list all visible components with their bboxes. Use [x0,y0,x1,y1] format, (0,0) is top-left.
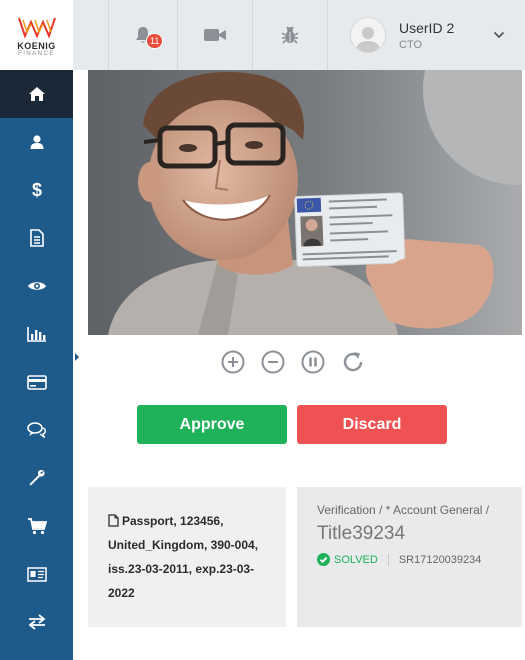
brand-subtitle: FINANCE [18,50,55,57]
check-circle-icon [317,553,330,566]
top-header: 11 UserID 2 CTO [73,0,525,70]
document-icon [108,514,119,527]
ticket-card: Verification / * Account General / Title… [297,487,522,627]
sidebar-item-identity[interactable] [0,550,73,598]
rotate-button[interactable] [340,349,366,375]
video-call-button[interactable] [177,0,252,70]
dollar-icon: $ [31,180,41,200]
zoom-in-icon [221,350,245,374]
user-icon [30,135,43,149]
status-badge: SOLVED [317,553,378,566]
pause-icon [301,350,325,374]
sidebar-item-home[interactable] [0,70,73,118]
document-text: Passport, 123456, United_Kingdom, 390-00… [108,514,259,600]
chat-icon [26,422,46,438]
sidebar-collapse-handle[interactable] [73,350,81,364]
video-camera-icon [204,29,226,41]
brand-logo[interactable]: KOENIG FINANCE [0,0,73,70]
sidebar-item-documents[interactable] [0,214,73,262]
credit-card-icon [26,374,47,390]
breadcrumb[interactable]: Verification / * Account General / [317,503,502,517]
brand-chevrons-icon [17,17,56,39]
ticket-reference: SR17120039234 [398,553,482,566]
sidebar-nav: $ [0,70,73,646]
bug-icon [281,26,299,44]
zoom-in-button[interactable] [220,349,246,375]
document-icon [29,229,44,247]
sidebar-item-messages[interactable] [0,406,73,454]
document-card: Passport, 123456, United_Kingdom, 390-00… [88,487,286,627]
document-details: Passport, 123456, United_Kingdom, 390-00… [108,509,266,605]
id-card-icon [26,566,47,582]
rotate-icon [343,352,363,372]
app: KOENIG FINANCE $ 11 UserID 2 CTO Approve… [0,0,525,660]
status-label: SOLVED [334,553,378,566]
sidebar-item-view[interactable] [0,262,73,310]
sidebar-item-reports[interactable] [0,310,73,358]
sidebar-item-settings[interactable] [0,454,73,502]
user-menu[interactable]: UserID 2 CTO [327,0,525,70]
chevron-down-icon[interactable] [493,31,505,39]
ticket-status-row: SOLVED SR17120039234 [317,553,502,566]
avatar-placeholder-icon [356,27,380,52]
exchange-icon [28,614,45,630]
verification-selfie-image [88,70,522,335]
status-divider [387,553,389,566]
brand-name: KOENIG [17,40,56,51]
ticket-title: Title39234 [317,523,406,544]
user-info: UserID 2 CTO [399,20,454,51]
sidebar-item-transfers[interactable] [0,598,73,646]
sidebar-item-payments[interactable] [0,358,73,406]
home-icon [28,87,45,101]
zoom-out-icon [261,350,285,374]
pause-button[interactable] [300,349,326,375]
notifications-button[interactable]: 11 [108,0,177,70]
bar-chart-icon [26,327,46,342]
header-spacer [73,0,108,70]
cart-icon [27,518,47,535]
user-name: UserID 2 [399,19,455,36]
sidebar-item-user[interactable] [0,118,73,166]
approve-button[interactable]: Approve [137,405,287,444]
user-role: CTO [399,38,423,51]
sidebar-item-finance[interactable]: $ [0,166,73,214]
eye-icon [27,282,46,290]
selfie-with-id-image [88,70,522,335]
debug-button[interactable] [252,0,327,70]
chevron-right-icon [75,353,79,361]
notifications-badge: 11 [146,33,164,49]
wrench-icon [29,469,45,486]
zoom-out-button[interactable] [260,349,286,375]
avatar [350,17,386,53]
image-controls [220,349,366,375]
sidebar-item-orders[interactable] [0,502,73,550]
discard-button[interactable]: Discard [297,405,447,444]
svg-text:$: $ [31,180,41,200]
sidebar: KOENIG FINANCE $ [0,0,73,660]
